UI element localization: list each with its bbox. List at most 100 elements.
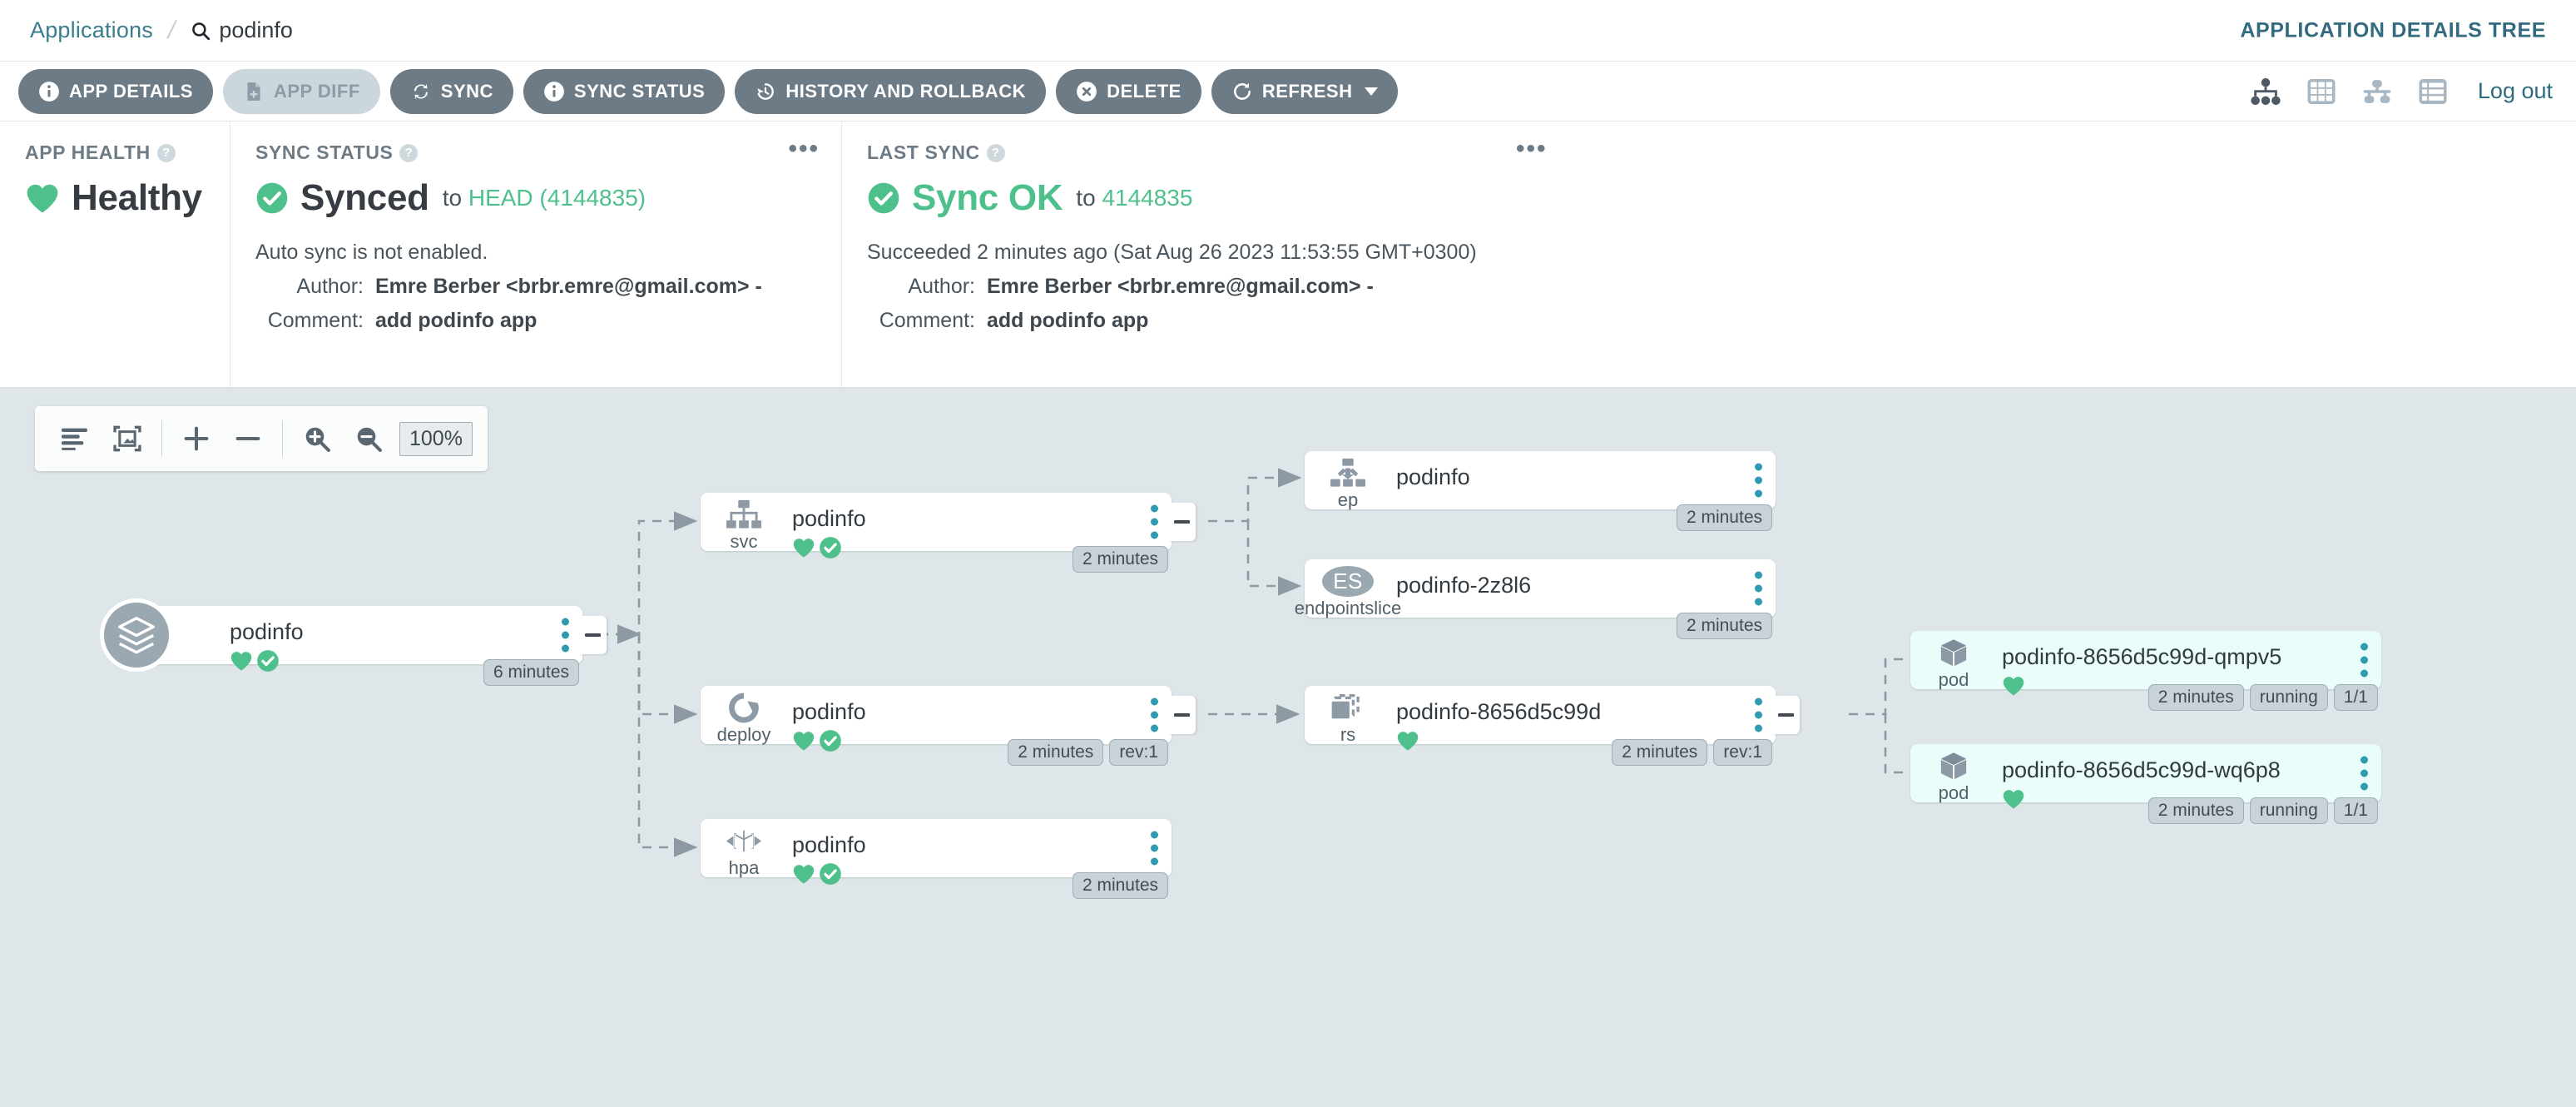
tag-age: 2 minutes [2147,684,2244,711]
refresh-button[interactable]: REFRESH [1211,68,1399,114]
history-and-rollback-button-label: HISTORY AND ROLLBACK [785,80,1027,102]
last-sync-label: Sync OK [912,177,1063,218]
tree-node-hpa[interactable]: hpa podinfo 2 minutes [701,819,1172,899]
sync-status-button-label: SYNC STATUS [573,80,706,102]
zoom-out-icon[interactable] [343,413,394,464]
tree-node-pod-1-menu[interactable] [2361,643,2368,678]
check-circle-icon [820,730,841,752]
last-sync-revision[interactable]: 4144835 [1102,185,1192,211]
history-and-rollback-button[interactable]: HISTORY AND ROLLBACK [735,68,1047,114]
heart-icon [27,184,58,213]
tree-node-app-collapse[interactable] [578,616,607,654]
tree-node-deploy-collapse[interactable] [1167,696,1196,734]
tag-age: 2 minutes [1072,872,1168,899]
tree-node-endpointslice[interactable]: ES endpointslice podinfo-2z8l6 2 minutes [1295,559,1776,639]
app-health-status-label: Healthy [72,177,202,218]
app-health-title: APP HEALTH ? [25,141,205,164]
tree-node-ep-menu[interactable] [1755,463,1762,498]
tree-node-rs[interactable]: rs podinfo-8656d5c99d 2 minutes rev:1 [1305,686,1800,766]
breadcrumb-current-app: podinfo [190,17,293,43]
application-tree-canvas[interactable]: 100% podinfo 6 minutes svc podinfo 2 min… [0,388,2576,1107]
tree-node-pod-2[interactable]: pod podinfo-8656d5c99d-wq6p8 2 minutes r… [1910,744,2381,824]
tree-node-app-name: podinfo [230,619,304,644]
sync-status-revision[interactable]: HEAD (4144835) [468,185,646,211]
refresh-button-label: REFRESH [1261,80,1353,102]
grid-view-icon[interactable] [2306,77,2336,106]
tree-node-deploy-menu[interactable] [1151,697,1158,732]
sync-status-author-value: Emre Berber <brbr.emre@gmail.com> - [375,275,762,298]
status-summary-row: APP HEALTH ? Healthy SYNC STATUS ? ••• S… [0,122,2576,388]
help-icon[interactable]: ? [399,143,419,162]
last-sync-comment-key: Comment: [879,309,975,332]
tree-node-svc-icon: svc [701,493,787,551]
tree-node-endpointslice-menu[interactable] [1755,571,1762,606]
app-details-button[interactable]: APP DETAILS [18,68,213,114]
tree-node-svc-menu[interactable] [1151,504,1158,539]
align-left-icon[interactable] [50,413,102,464]
tree-node-svc-kind: svc [730,531,758,552]
tree-node-deploy-kind: deploy [716,724,771,745]
last-sync-menu-button[interactable]: ••• [1516,137,1548,161]
tree-node-endpointslice-tags: 2 minutes [1676,613,1772,639]
tag-phase: running [2249,684,2328,711]
delete-button[interactable]: DELETE [1056,68,1201,114]
sync-status-menu-button[interactable]: ••• [788,137,820,161]
tree-node-pod-2-menu[interactable] [2361,756,2368,791]
app-diff-button-label: APP DIFF [273,80,360,102]
tree-node-pod-1[interactable]: pod podinfo-8656d5c99d-qmpv5 2 minutes r… [1910,631,2381,711]
tree-view-icon[interactable] [2250,77,2281,106]
tree-node-svc-tags: 2 minutes [1072,546,1168,573]
action-toolbar: APP DETAILS APP DIFF SYNC SYNC STATUS HI… [0,62,2576,122]
breadcrumb-applications[interactable]: Applications [30,17,153,43]
sync-status-value: Synced to HEAD (4144835) [255,177,816,219]
tree-node-deploy-icon: deploy [701,686,787,744]
tree-node-deploy[interactable]: deploy podinfo 2 minutes rev:1 [701,686,1196,766]
service-icon [726,499,762,529]
tree-node-ep[interactable]: ep podinfo 2 minutes [1305,451,1776,531]
tree-node-svc-name: podinfo [792,506,866,531]
tree-node-pod-1-tags: 2 minutes running 1/1 [2147,684,2378,711]
tree-node-hpa-menu[interactable] [1151,831,1158,866]
tree-node-svc[interactable]: svc podinfo 2 minutes [701,493,1196,573]
last-sync-target: to 4144835 [1076,185,1192,211]
minus-icon[interactable] [222,413,274,464]
tree-node-app[interactable]: podinfo 6 minutes [100,598,607,686]
check-circle-icon [820,537,841,558]
list-view-icon[interactable] [2418,77,2448,106]
sync-button[interactable]: SYNC [389,68,513,114]
delete-circle-icon [1077,81,1097,102]
tag-age: 2 minutes [1072,546,1168,573]
tree-node-rs-menu[interactable] [1755,697,1762,732]
tree-node-endpointslice-body: podinfo-2z8l6 [1391,559,1776,598]
pod-cube-icon [1940,639,1967,667]
heart-icon [793,865,815,884]
tree-node-app-menu[interactable] [562,618,569,653]
history-icon [757,82,775,100]
tree-node-rs-collapse[interactable] [1771,696,1800,734]
tree-node-hpa-icon: hpa [701,819,787,877]
check-circle-icon [256,182,288,214]
zoom-percentage-input[interactable]: 100% [399,421,473,456]
pod-cube-icon [1940,752,1967,780]
zoom-in-icon[interactable] [291,413,343,464]
tree-node-rs-kind: rs [1340,724,1356,745]
last-sync-comment-row: Comment: add podinfo app [867,309,2551,333]
tree-node-endpointslice-icon: ES endpointslice [1295,559,1401,618]
top-bar: Applications / podinfo APPLICATION DETAI… [0,0,2576,62]
help-icon[interactable]: ? [156,143,176,162]
app-diff-button[interactable]: APP DIFF [222,68,380,114]
fit-to-screen-icon[interactable] [102,413,153,464]
tree-node-ep-name: podinfo [1396,464,1470,489]
graph-zoom-toolbar: 100% [35,406,488,471]
plus-icon[interactable] [171,413,222,464]
heart-icon [2003,677,2024,696]
last-sync-author-key: Author: [908,275,975,298]
sync-status-button[interactable]: SYNC STATUS [523,68,726,114]
network-view-icon[interactable] [2361,77,2393,106]
refresh-icon [1234,82,1251,100]
tree-node-svc-collapse[interactable] [1167,503,1196,541]
last-sync-author-row: Author: Emre Berber <brbr.emre@gmail.com… [867,275,2551,299]
help-icon[interactable]: ? [986,143,1005,162]
tree-node-rs-name: podinfo-8656d5c99d [1396,699,1602,724]
logout-link[interactable]: Log out [2478,78,2553,104]
